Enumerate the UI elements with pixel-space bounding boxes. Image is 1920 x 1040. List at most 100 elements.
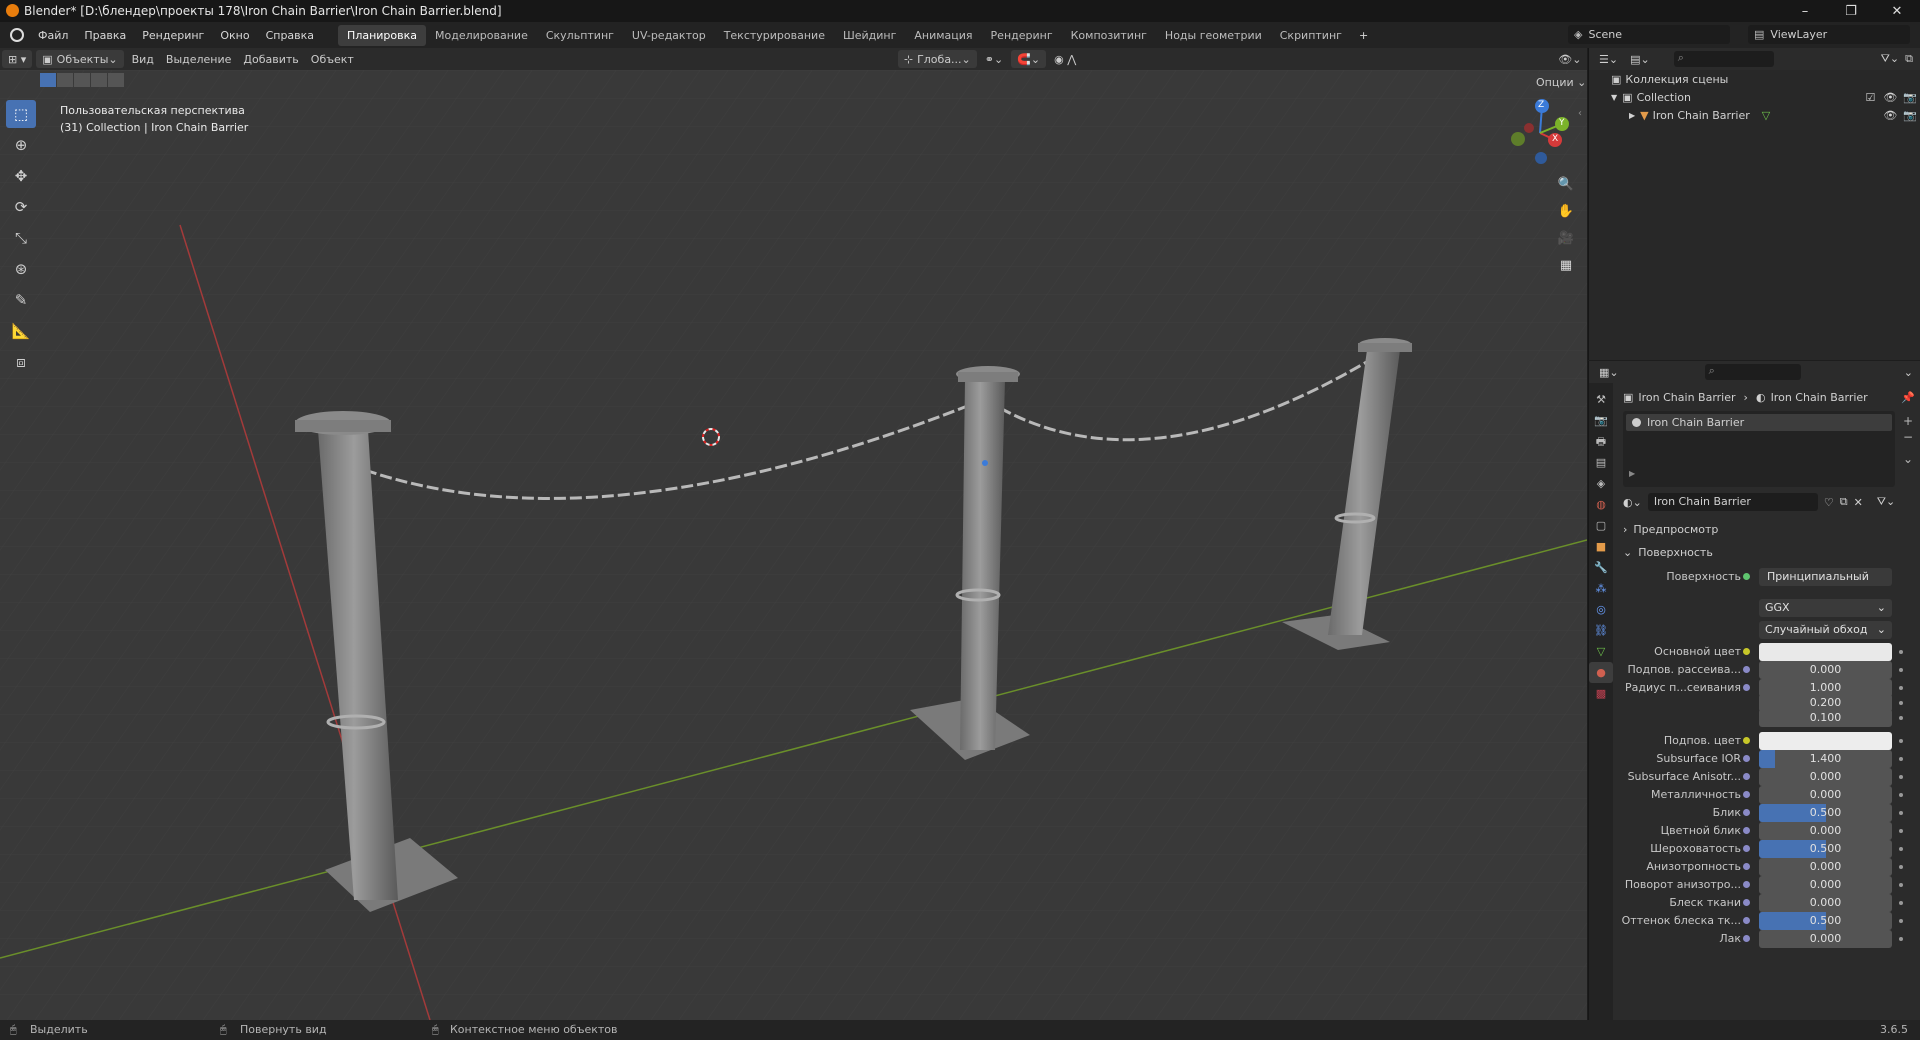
- numeric-field[interactable]: 0.500: [1759, 912, 1892, 930]
- numeric-field[interactable]: 0.000: [1759, 930, 1892, 948]
- disclosure-triangle-icon[interactable]: ▶: [1629, 111, 1635, 120]
- new-collection-icon[interactable]: ⧉: [1905, 52, 1913, 66]
- socket-icon[interactable]: [1743, 791, 1750, 798]
- options-chevron-icon[interactable]: ⌄: [1904, 366, 1913, 379]
- viewport-menu-item[interactable]: Выделение: [160, 50, 238, 68]
- material-slot-row[interactable]: Iron Chain Barrier: [1626, 414, 1892, 431]
- select-extend-icon[interactable]: [57, 73, 73, 87]
- editor-type-button[interactable]: ⊞ ▾: [2, 50, 33, 68]
- numeric-field[interactable]: 0.500: [1759, 804, 1892, 822]
- eye-icon[interactable]: 👁: [1883, 91, 1897, 104]
- socket-icon[interactable]: [1743, 845, 1750, 852]
- viewport-menu-item[interactable]: Добавить: [237, 50, 304, 68]
- view-layer-selector[interactable]: ▤ ViewLayer: [1748, 25, 1910, 44]
- view-layer-tab-icon[interactable]: ▤: [1589, 452, 1613, 473]
- color-swatch[interactable]: [1759, 643, 1892, 661]
- viewport-menu-item[interactable]: Вид: [126, 50, 160, 68]
- sidebar-toggle-icon[interactable]: ‹: [1578, 108, 1582, 119]
- socket-icon[interactable]: [1743, 899, 1750, 906]
- scene-collection-row[interactable]: ▣ Коллекция сцены: [1611, 70, 1728, 88]
- numeric-field[interactable]: 0.100: [1759, 709, 1892, 727]
- editor-type-icon[interactable]: ▦⌄: [1599, 366, 1619, 379]
- viewport-menu-item[interactable]: Объект: [305, 50, 360, 68]
- eye-icon[interactable]: 👁: [1883, 109, 1897, 122]
- camera-icon[interactable]: 🎥: [1554, 226, 1578, 250]
- pin-icon[interactable]: 📌: [1901, 391, 1915, 404]
- navigation-gizmo[interactable]: Z X Y: [1505, 98, 1575, 168]
- object-tab-icon[interactable]: ■: [1589, 536, 1613, 557]
- slot-specials-button[interactable]: ⌄: [1903, 451, 1913, 467]
- numeric-field[interactable]: 1.400: [1759, 750, 1892, 768]
- menu-item[interactable]: Рендеринг: [134, 29, 212, 42]
- subsurface-method-dropdown[interactable]: Случайный обход ⌄: [1759, 621, 1892, 639]
- zoom-icon[interactable]: 🔍: [1554, 172, 1578, 196]
- surface-shader-field[interactable]: Принципиальный BSDF: [1759, 568, 1892, 586]
- keyframe-dot-icon[interactable]: [1899, 847, 1903, 851]
- numeric-field[interactable]: 0.000: [1759, 661, 1892, 679]
- transform-orientation-selector[interactable]: ⊹ Глоба... ⌄: [897, 50, 977, 68]
- keyframe-dot-icon[interactable]: [1899, 919, 1903, 923]
- socket-icon[interactable]: [1743, 755, 1750, 762]
- numeric-field[interactable]: 0.000: [1759, 768, 1892, 786]
- menu-item[interactable]: Файл: [30, 29, 76, 42]
- world-tab-icon[interactable]: ◍: [1589, 494, 1613, 515]
- workspace-tab[interactable]: Ноды геометрии: [1156, 25, 1271, 46]
- socket-icon[interactable]: [1743, 737, 1750, 744]
- add-slot-button[interactable]: +: [1903, 413, 1913, 429]
- list-expand-icon[interactable]: ▶: [1629, 469, 1635, 478]
- display-mode-icon[interactable]: ▤⌄: [1630, 53, 1650, 66]
- rotate-icon[interactable]: ⟳: [6, 193, 36, 221]
- distribution-dropdown[interactable]: GGX ⌄: [1759, 599, 1892, 617]
- blender-menu-icon[interactable]: [10, 28, 24, 42]
- socket-icon[interactable]: [1743, 827, 1750, 834]
- transform-icon[interactable]: ⊛: [6, 255, 36, 283]
- keyframe-dot-icon[interactable]: [1899, 701, 1903, 705]
- scene-tab-icon[interactable]: ◈: [1589, 473, 1613, 494]
- keyframe-dot-icon[interactable]: [1899, 793, 1903, 797]
- preview-section-header[interactable]: › Предпросмотр: [1623, 519, 1913, 539]
- surface-section-header[interactable]: ⌄ Поверхность: [1623, 542, 1913, 562]
- socket-icon[interactable]: [1743, 809, 1750, 816]
- options-button[interactable]: Опции ⌄: [1530, 73, 1587, 91]
- 3d-viewport[interactable]: Пользовательская перспектива (31) Collec…: [0, 70, 1587, 1020]
- scene-selector[interactable]: ◈ Scene: [1568, 25, 1730, 44]
- workspace-tab[interactable]: Текстурирование: [715, 25, 834, 46]
- editor-type-icon[interactable]: ☰⌄: [1599, 53, 1618, 66]
- numeric-field[interactable]: 0.000: [1759, 876, 1892, 894]
- socket-icon[interactable]: [1743, 648, 1750, 655]
- material-name-field[interactable]: Iron Chain Barrier: [1647, 493, 1818, 511]
- workspace-tab[interactable]: Шейдинг: [834, 25, 905, 46]
- mode-selector[interactable]: ▣ Объекты ⌄: [36, 50, 124, 68]
- workspace-tab[interactable]: Композитинг: [1062, 25, 1156, 46]
- disclosure-triangle-icon[interactable]: ▼: [1611, 93, 1617, 102]
- numeric-field[interactable]: 0.000: [1759, 858, 1892, 876]
- workspace-tab[interactable]: Анимация: [905, 25, 981, 46]
- socket-icon[interactable]: [1743, 684, 1750, 691]
- select-new-icon[interactable]: [40, 73, 56, 87]
- socket-icon[interactable]: [1743, 917, 1750, 924]
- select-intersect-icon[interactable]: [108, 73, 124, 87]
- socket-icon[interactable]: [1743, 935, 1750, 942]
- keyframe-dot-icon[interactable]: [1899, 668, 1903, 672]
- numeric-field[interactable]: 0.000: [1759, 822, 1892, 840]
- collection-row[interactable]: ▼ ▣ Collection ☑ 👁 📷: [1611, 88, 1917, 106]
- numeric-field[interactable]: 0.500: [1759, 840, 1892, 858]
- annotate-icon[interactable]: ✎: [6, 286, 36, 314]
- minimize-button[interactable]: –: [1782, 0, 1828, 22]
- menu-item[interactable]: Окно: [212, 29, 257, 42]
- output-tab-icon[interactable]: 🖶: [1589, 431, 1613, 452]
- keyframe-dot-icon[interactable]: [1899, 883, 1903, 887]
- keyframe-dot-icon[interactable]: [1899, 686, 1903, 690]
- close-button[interactable]: ✕: [1874, 0, 1920, 22]
- duplicate-material-icon[interactable]: ⧉: [1840, 495, 1848, 509]
- keyframe-dot-icon[interactable]: [1899, 901, 1903, 905]
- move-icon[interactable]: ✥: [6, 162, 36, 190]
- search-input[interactable]: ⌕: [1673, 51, 1774, 67]
- add-cube-icon[interactable]: ⧈: [6, 348, 36, 376]
- socket-icon[interactable]: [1743, 881, 1750, 888]
- menu-item[interactable]: Правка: [76, 29, 134, 42]
- filter-icon[interactable]: ⛛⌄: [1881, 52, 1899, 66]
- pivot-point-button[interactable]: ⚭⌄: [979, 50, 1009, 68]
- mesh-data-icon[interactable]: ▽: [1762, 109, 1770, 122]
- color-swatch[interactable]: [1759, 732, 1892, 750]
